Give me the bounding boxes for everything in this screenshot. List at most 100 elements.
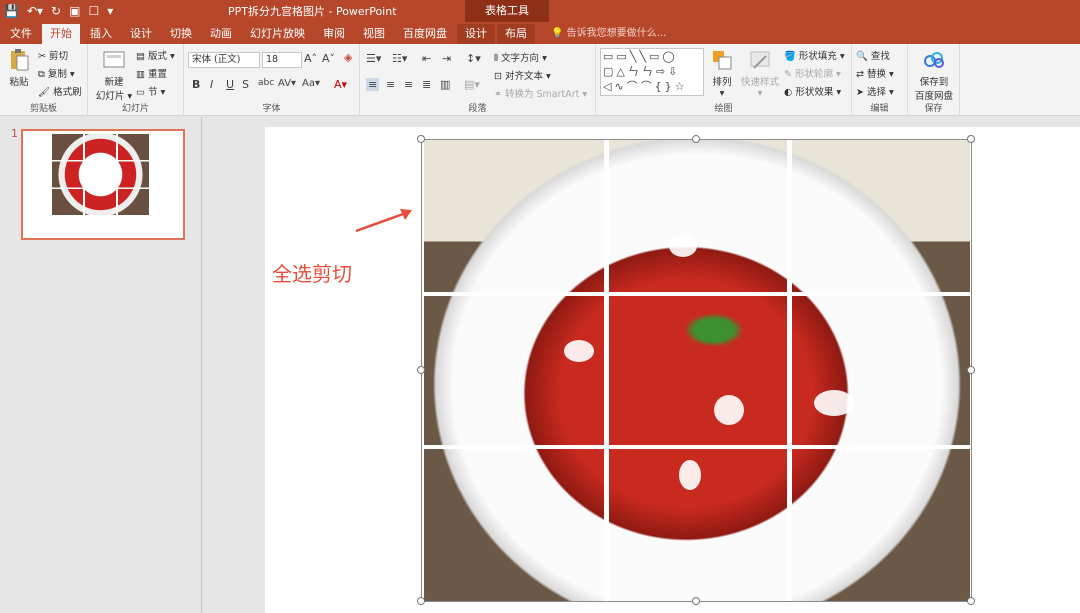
- tell-me-box[interactable]: 💡 告诉我您想要做什么...: [551, 24, 666, 44]
- group-paragraph: ☰▾ ☷▾ ⇤ ⇥ ↕▾ ⫴ 文字方向 ▾ ⊡ 对齐文本 ▾ ⚭ 转换为 Sma…: [360, 44, 596, 116]
- tab-review[interactable]: 审阅: [315, 24, 353, 44]
- arrange-button[interactable]: 排列 ▾: [708, 48, 736, 99]
- underline-icon[interactable]: U: [226, 78, 234, 91]
- layout-icon: ▤: [136, 51, 145, 62]
- shape-fill-button[interactable]: 🪣 形状填充 ▾: [784, 48, 845, 62]
- clear-formatting-icon[interactable]: ◈: [344, 51, 352, 64]
- change-case-icon[interactable]: Aa▾: [302, 78, 320, 89]
- group-label-slides: 幻灯片: [121, 104, 149, 114]
- resize-handle-bottom-right[interactable]: [967, 597, 975, 605]
- slide-thumbnail[interactable]: [21, 129, 185, 240]
- bold-icon[interactable]: B: [192, 78, 200, 91]
- tab-baidu-netdisk[interactable]: 百度网盘: [395, 24, 455, 44]
- section-button[interactable]: ▭ 节 ▾: [136, 84, 165, 98]
- group-slides: 新建 幻灯片 ▾ ▤ 版式 ▾ ▥ 重置 ▭ 节 ▾ 幻灯片: [88, 44, 184, 116]
- tab-table-design[interactable]: 设计: [457, 24, 495, 44]
- tab-transitions[interactable]: 切换: [162, 24, 200, 44]
- align-right-icon[interactable]: ≡: [404, 78, 413, 91]
- shrink-font-icon[interactable]: A˅: [322, 52, 335, 65]
- save-to-netdisk-button[interactable]: 保存到 百度网盘: [910, 48, 958, 102]
- convert-smartart-button[interactable]: ⚭ 转换为 SmartArt ▾: [494, 86, 587, 100]
- slide-caption[interactable]: 全选剪切: [272, 258, 352, 287]
- decrease-indent-icon[interactable]: ⇤: [422, 52, 431, 65]
- touch-mode-icon[interactable]: ☐: [88, 2, 99, 20]
- shape-outline-button[interactable]: ✎ 形状轮廓 ▾: [784, 66, 841, 80]
- numbering-icon[interactable]: ☷▾: [392, 52, 407, 65]
- tab-slideshow[interactable]: 幻灯片放映: [242, 24, 313, 44]
- thumbnail-image: [52, 134, 149, 215]
- tab-design[interactable]: 设计: [122, 24, 160, 44]
- tab-view[interactable]: 视图: [355, 24, 393, 44]
- tab-file[interactable]: 文件: [2, 24, 40, 44]
- columns-icon[interactable]: ▤▾: [464, 78, 480, 91]
- reset-icon: ▥: [136, 69, 145, 80]
- layout-label: 版式: [148, 51, 168, 62]
- format-painter-button[interactable]: 🖌 格式刷: [38, 84, 82, 98]
- increase-indent-icon[interactable]: ⇥: [442, 52, 451, 65]
- reset-button[interactable]: ▥ 重置: [136, 66, 167, 80]
- font-name-value: 宋体 (正文): [192, 54, 241, 65]
- align-left-icon[interactable]: ≡: [366, 78, 380, 91]
- font-name-select[interactable]: 宋体 (正文): [188, 52, 260, 68]
- start-from-beginning-icon[interactable]: ▣: [69, 2, 80, 20]
- group-label-font: 字体: [262, 104, 281, 114]
- selection-box: [421, 139, 972, 602]
- resize-handle-bottom-left[interactable]: [417, 597, 425, 605]
- paste-label: 粘贴: [9, 77, 29, 88]
- cut-button[interactable]: ✂ 剪切: [38, 48, 68, 62]
- ribbon-tabs: 文件 开始 插入 设计 切换 动画 幻灯片放映 审阅 视图 百度网盘 设计 布局…: [0, 22, 1080, 44]
- align-text-button[interactable]: ⊡ 对齐文本 ▾: [494, 68, 551, 82]
- tab-insert[interactable]: 插入: [82, 24, 120, 44]
- undo-icon[interactable]: ↶▾: [27, 2, 43, 20]
- resize-handle-left[interactable]: [417, 366, 425, 374]
- resize-handle-top-left[interactable]: [417, 135, 425, 143]
- layout-button[interactable]: ▤ 版式 ▾: [136, 48, 175, 62]
- shapes-gallery[interactable]: ▭▭╲╲▭◯ ▢△ㄣㄣ⇨⇩ ◁∿⌒⌒{}☆: [600, 48, 704, 96]
- save-icon[interactable]: 💾: [4, 2, 19, 20]
- select-button[interactable]: ➤ 选择 ▾: [856, 84, 894, 98]
- copy-icon: ⧉: [38, 69, 45, 80]
- smartart-icon: ⚭: [494, 89, 502, 100]
- replace-label: 替换: [867, 69, 887, 80]
- resize-handle-top-right[interactable]: [967, 135, 975, 143]
- text-direction-button[interactable]: ⫴ 文字方向 ▾: [494, 50, 547, 64]
- redo-icon[interactable]: ↻: [51, 2, 61, 20]
- resize-handle-right[interactable]: [967, 366, 975, 374]
- text-direction-icon: ⫴: [494, 53, 498, 64]
- distributed-icon[interactable]: ▥: [440, 78, 450, 91]
- character-spacing-icon[interactable]: AV▾: [278, 78, 296, 89]
- font-size-select[interactable]: 18: [262, 52, 302, 68]
- copy-label: 复制: [47, 69, 67, 80]
- align-text-icon: ⊡: [494, 71, 502, 82]
- red-arrow-icon: [355, 209, 412, 233]
- align-center-icon[interactable]: ≡: [386, 78, 395, 91]
- find-button[interactable]: 🔍 查找: [856, 48, 890, 62]
- replace-icon: ⇄: [856, 69, 864, 80]
- resize-handle-bottom[interactable]: [692, 597, 700, 605]
- resize-handle-top[interactable]: [692, 135, 700, 143]
- line-spacing-icon[interactable]: ↕▾: [466, 52, 481, 65]
- shadow-icon[interactable]: S: [242, 78, 249, 91]
- shape-effects-icon: ◐: [784, 87, 793, 98]
- paint-bucket-icon: 🪣: [784, 51, 796, 62]
- grow-font-icon[interactable]: A˄: [304, 52, 317, 65]
- quick-styles-button[interactable]: 快速样式 ▾: [740, 48, 780, 99]
- shape-effects-button[interactable]: ◐ 形状效果 ▾: [784, 84, 841, 98]
- italic-icon[interactable]: I: [210, 78, 213, 91]
- justify-icon[interactable]: ≣: [422, 78, 431, 91]
- text-direction-label: 文字方向: [501, 53, 540, 64]
- new-slide-button[interactable]: 新建 幻灯片 ▾: [94, 48, 134, 102]
- shape-fill-label: 形状填充: [798, 51, 837, 62]
- paste-button[interactable]: 粘贴: [6, 48, 32, 88]
- copy-button[interactable]: ⧉ 复制 ▾: [38, 66, 75, 80]
- tab-table-layout[interactable]: 布局: [497, 24, 535, 44]
- font-color-icon[interactable]: A▾: [334, 78, 347, 91]
- replace-button[interactable]: ⇄ 替换 ▾: [856, 66, 894, 80]
- bullets-icon[interactable]: ☰▾: [366, 52, 381, 65]
- customize-qat-icon[interactable]: ▾: [107, 2, 113, 20]
- tab-animations[interactable]: 动画: [202, 24, 240, 44]
- arrange-label: 排列: [712, 77, 732, 88]
- strikethrough-icon[interactable]: abc: [258, 78, 274, 88]
- tab-home[interactable]: 开始: [42, 24, 80, 44]
- slide-number: 1: [11, 127, 18, 140]
